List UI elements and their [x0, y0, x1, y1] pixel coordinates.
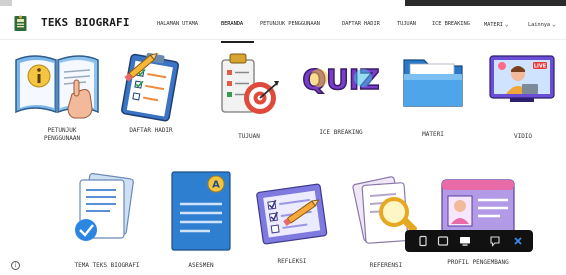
nav-halaman-utama[interactable]: HALAMAN UTAMA: [157, 21, 198, 27]
label-tujuan: TUJUAN: [238, 133, 260, 140]
card-vidio[interactable]: LIVE: [488, 52, 556, 108]
live-badge: LIVE: [534, 64, 547, 70]
exam-paper-icon: A: [171, 171, 231, 251]
checklist-pencil-icon: [256, 183, 328, 245]
documents-check-icon: [75, 172, 134, 241]
label-materi: MATERI: [422, 131, 444, 138]
folder-icon: [403, 59, 463, 107]
card-refleksi[interactable]: [246, 180, 338, 250]
nav-lainnya[interactable]: Lainnya ⌄: [528, 21, 556, 28]
header: TEKS BIOGRAFI HALAMAN UTAMA BERANDA PETU…: [0, 6, 566, 43]
card-tema-teks-biografi[interactable]: [66, 172, 144, 250]
view-toolbar: [405, 230, 533, 252]
label-profil-pengembang: PROFIL PENGEMBANG: [447, 259, 509, 266]
comment-icon[interactable]: [489, 235, 501, 247]
video-monitor-icon: LIVE: [489, 55, 555, 102]
nav-materi-label: MATERI: [484, 22, 503, 28]
site-logo-icon[interactable]: [14, 15, 27, 32]
nav-lainnya-label: Lainnya: [528, 22, 551, 28]
profile-card-icon: [441, 179, 515, 237]
card-profil-pengembang[interactable]: [440, 178, 516, 238]
asesmen-grade-badge: A: [212, 180, 220, 191]
label-referensi: REFERENSI: [369, 262, 403, 269]
nav-petunjuk-penggunaan[interactable]: PETUNJUK PENGGUNAAN: [260, 21, 320, 27]
grid-icon[interactable]: [417, 235, 429, 247]
info-icon[interactable]: i: [11, 261, 20, 270]
label-asesmen: ASESMEN: [188, 262, 214, 269]
card-asesmen[interactable]: A: [170, 170, 232, 252]
clipboard-checklist-icon: [121, 52, 179, 122]
label-refleksi: REFLEKSI: [277, 258, 307, 265]
close-icon[interactable]: [512, 235, 524, 247]
info-icon-glyph: i: [14, 262, 17, 269]
label-petunjuk-line1: PETUNJUK: [47, 127, 77, 134]
label-daftar-hadir: DAFTAR HADIR: [129, 127, 173, 134]
card-ice-breaking[interactable]: QUIZ: [302, 58, 381, 98]
site-title: TEKS BIOGRAFI: [41, 16, 130, 29]
card-petunjuk-penggunaan[interactable]: [12, 50, 102, 122]
chevron-down-icon: ⌄: [552, 21, 556, 28]
book-hand-icon: [15, 55, 99, 119]
nav-daftar-hadir[interactable]: DAFTAR HADIR: [342, 21, 380, 27]
target-clipboard-icon: [221, 53, 279, 114]
nav-ice-breaking[interactable]: ICE BREAKING: [432, 21, 470, 27]
card-tujuan[interactable]: [218, 50, 280, 122]
label-ice-breaking: ICE BREAKING: [319, 129, 363, 136]
active-nav-indicator: [221, 41, 254, 43]
nav-tujuan[interactable]: TUJUAN: [397, 21, 416, 27]
label-petunjuk-penggunaan: PETUNJUK PENGGUNAAN: [34, 127, 90, 143]
desktop-icon[interactable]: [459, 235, 471, 247]
label-vidio: VIDIO: [513, 133, 533, 140]
quiz-icon: QUIZ: [302, 62, 381, 97]
nav-beranda[interactable]: BERANDA: [221, 21, 243, 27]
tablet-icon[interactable]: [437, 235, 449, 247]
label-petunjuk-line2: PENGGUNAAN: [43, 135, 81, 142]
nav-materi[interactable]: MATERI ⌄: [484, 21, 508, 28]
card-daftar-hadir[interactable]: [112, 50, 190, 122]
label-tema-teks-biografi: TEMA TEKS BIOGRAFI: [74, 262, 140, 269]
card-materi[interactable]: [400, 52, 466, 112]
chevron-down-icon: ⌄: [504, 21, 509, 28]
